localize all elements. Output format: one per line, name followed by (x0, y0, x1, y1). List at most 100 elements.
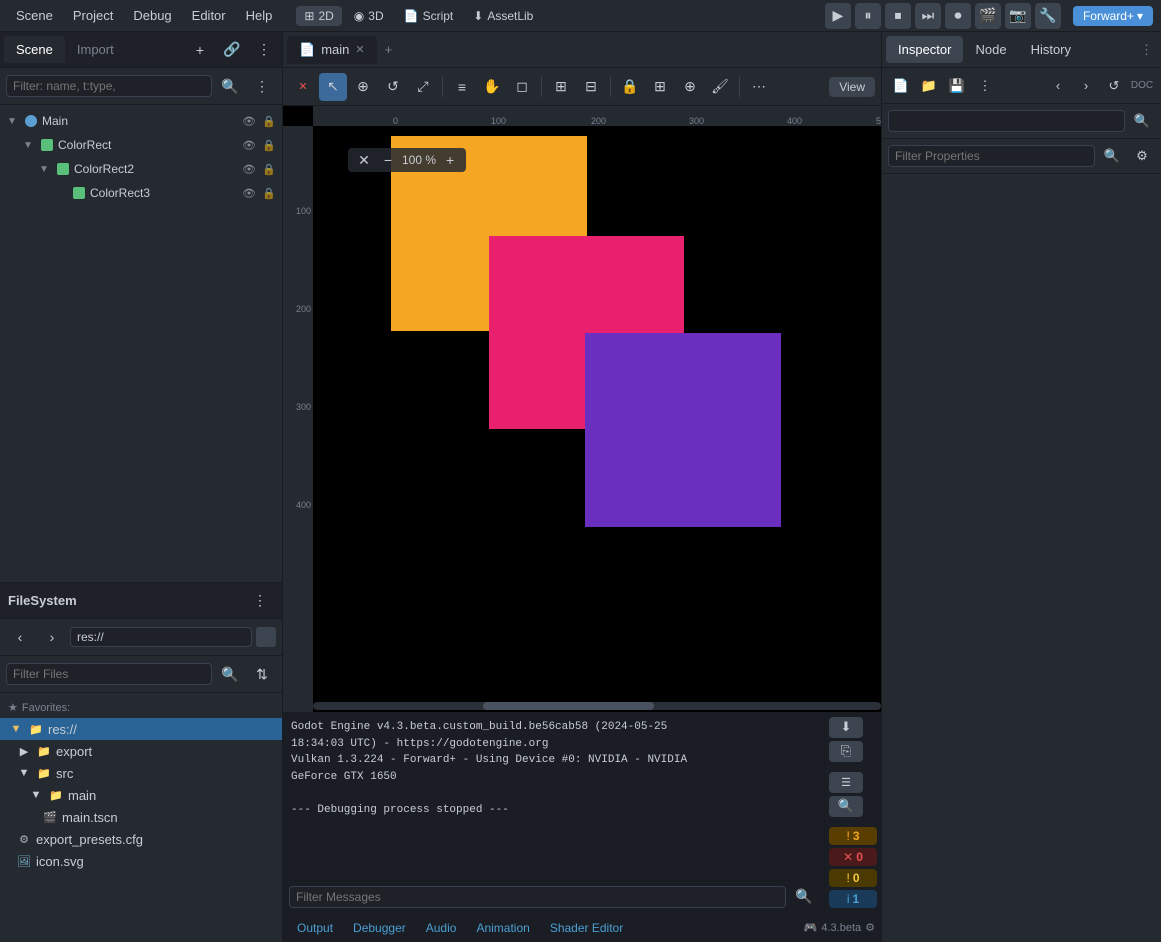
menu-debug[interactable]: Debug (125, 4, 179, 27)
console-filter-input[interactable] (289, 886, 786, 908)
visibility-colorrect3[interactable]: 👁 (240, 184, 258, 202)
zoom-reset-icon[interactable]: ✕ (354, 150, 374, 170)
fs-item-main[interactable]: ▼ 📁 main (0, 784, 282, 806)
tab-history[interactable]: History (1019, 36, 1083, 63)
insp-refresh-button[interactable]: ↺ (1101, 73, 1127, 99)
zoom-out-button[interactable]: − (378, 150, 398, 170)
badge-info[interactable]: i 1 (829, 890, 877, 908)
insp-menu[interactable]: ⋮ (972, 73, 998, 99)
pause-button[interactable]: ⏸ (855, 3, 881, 29)
list-tool[interactable]: ≡ (448, 73, 476, 101)
console-copy-btn[interactable]: ⎘ (829, 741, 863, 762)
menu-help[interactable]: Help (238, 4, 281, 27)
expand-colorrect2[interactable]: ▼ (36, 164, 52, 175)
expand-main-icon[interactable]: ▼ (28, 787, 44, 803)
scene-menu-button[interactable]: ⋮ (250, 36, 278, 64)
fs-forward-button[interactable]: › (38, 623, 66, 651)
settings-button[interactable]: 🔧 (1035, 3, 1061, 29)
lock-tool[interactable]: 🔒 (616, 73, 644, 101)
expand-colorrect[interactable]: ▼ (20, 140, 36, 151)
badge-error[interactable]: ✕ 0 (829, 848, 877, 866)
tab-close-button[interactable]: ✕ (355, 43, 364, 56)
expand-src-icon[interactable]: ▼ (16, 765, 32, 781)
tab-inspector[interactable]: Inspector (886, 36, 963, 63)
tab-import[interactable]: Import (65, 36, 126, 63)
camera-button[interactable]: 📷 (1005, 3, 1031, 29)
mode-script[interactable]: 📄 Script (396, 6, 462, 26)
paint-tool[interactable]: 🖌 (706, 73, 734, 101)
console-filter2-btn[interactable]: ☰ (829, 772, 863, 793)
mode-3d[interactable]: ◉ 3D (346, 6, 392, 26)
insp-doc-button[interactable]: DOC (1129, 73, 1155, 99)
scene-filter-input[interactable] (6, 75, 212, 97)
fs-item-export[interactable]: ▶ 📁 export (0, 740, 282, 762)
inspector-search-icon[interactable]: 🔍 (1129, 108, 1155, 134)
viewport[interactable]: 0 100 200 300 400 50 100 200 300 400 (283, 106, 881, 712)
fs-filter-input[interactable] (6, 663, 212, 685)
pivot-tool[interactable]: ⊕ (676, 73, 704, 101)
tab-scene[interactable]: Scene (4, 36, 65, 63)
play-button[interactable]: ▶ (825, 3, 851, 29)
lock-colorrect[interactable]: 🔒 (260, 136, 278, 154)
filesystem-menu-button[interactable]: ⋮ (246, 587, 274, 615)
rotate-tool[interactable]: ↺ (379, 73, 407, 101)
zoom-in-button[interactable]: + (440, 150, 460, 170)
add-tab-button[interactable]: + (377, 38, 401, 61)
visibility-colorrect[interactable]: 👁 (240, 136, 258, 154)
tree-item-main[interactable]: ▼ Main 👁 🔒 (0, 109, 282, 133)
add-node-button[interactable]: + (186, 36, 214, 64)
forward-plus-button[interactable]: Forward+ ▾ (1073, 6, 1153, 26)
insp-folder[interactable]: 📁 (916, 73, 942, 99)
badge-caution[interactable]: ! 0 (829, 869, 877, 887)
fs-path-input[interactable] (70, 627, 252, 647)
insp-save[interactable]: 💾 (944, 73, 970, 99)
filter-properties-input[interactable] (888, 145, 1095, 167)
expand-export-icon[interactable]: ▶ (16, 743, 32, 759)
select-tool[interactable]: ↖ (319, 73, 347, 101)
scrollbar-horizontal[interactable] (313, 702, 881, 710)
stop-button[interactable]: ⏹ (885, 3, 911, 29)
tree-item-colorrect3[interactable]: ▼ ColorRect3 👁 🔒 (0, 181, 282, 205)
fs-sort-button[interactable]: ⇅ (248, 660, 276, 688)
menu-editor[interactable]: Editor (184, 4, 234, 27)
editor-tab-main[interactable]: 📄 main ✕ (287, 36, 377, 64)
lock-colorrect3[interactable]: 🔒 (260, 184, 278, 202)
movie-button[interactable]: 🎬 (975, 3, 1001, 29)
fs-item-exportcfg[interactable]: ⚙ export_presets.cfg (0, 828, 282, 850)
move-tool[interactable]: ⊕ (349, 73, 377, 101)
step-button[interactable]: ⏭ (915, 3, 941, 29)
badge-warning[interactable]: ! 3 (829, 827, 877, 845)
scale-tool[interactable]: ⤢ (409, 73, 437, 101)
mode-assetlib[interactable]: ⬇ AssetLib (465, 6, 541, 26)
console-tab-output[interactable]: Output (289, 919, 341, 937)
filter-search-icon[interactable]: 🔍 (1099, 143, 1125, 169)
record-button[interactable]: ⏺ (945, 3, 971, 29)
console-tab-animation[interactable]: Animation (468, 919, 537, 937)
scrollbar-thumb[interactable] (483, 702, 653, 710)
fs-item-maintscn[interactable]: 🎬 main.tscn (0, 806, 282, 828)
grid-tool[interactable]: ⊟ (577, 73, 605, 101)
snap-tool[interactable]: ⊞ (547, 73, 575, 101)
fs-back-button[interactable]: ‹ (6, 623, 34, 651)
lock-colorrect2[interactable]: 🔒 (260, 160, 278, 178)
tree-item-colorrect[interactable]: ▼ ColorRect 👁 🔒 (0, 133, 282, 157)
visibility-colorrect2[interactable]: 👁 (240, 160, 258, 178)
menu-scene[interactable]: Scene (8, 4, 61, 27)
menu-project[interactable]: Project (65, 4, 121, 27)
scene-search-icon[interactable]: 🔍 (216, 72, 244, 100)
fs-item-res[interactable]: ▼ 📁 res:// (0, 718, 282, 740)
console-tab-debugger[interactable]: Debugger (345, 919, 414, 937)
fs-search-icon[interactable]: 🔍 (216, 660, 244, 688)
mode-2d[interactable]: ⊞ 2D (296, 6, 341, 26)
console-search2-btn[interactable]: 🔍 (829, 796, 863, 817)
fs-item-src[interactable]: ▼ 📁 src (0, 762, 282, 784)
insp-next-button[interactable]: › (1073, 73, 1099, 99)
filter-options-icon[interactable]: ⚙ (1129, 143, 1155, 169)
group-tool[interactable]: ⊞ (646, 73, 674, 101)
scene-options-button[interactable]: ⋮ (248, 72, 276, 100)
inspector-more-button[interactable]: ⋮ (1136, 38, 1157, 62)
expand-main[interactable]: ▼ (4, 116, 20, 127)
console-download-btn[interactable]: ⬇ (829, 717, 863, 738)
rect-tool[interactable]: ◻ (508, 73, 536, 101)
tree-item-colorrect2[interactable]: ▼ ColorRect2 👁 🔒 (0, 157, 282, 181)
